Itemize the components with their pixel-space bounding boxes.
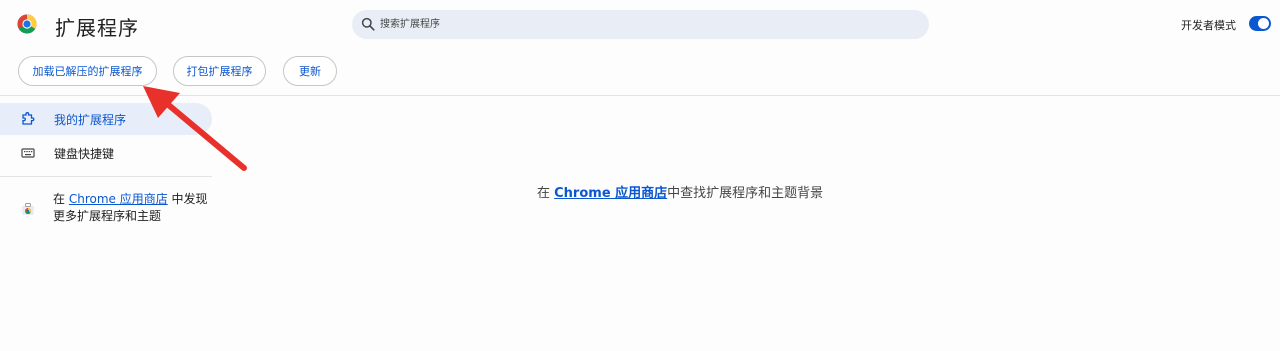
header-divider	[0, 95, 1280, 96]
chrome-web-store-icon	[22, 203, 34, 215]
store-promo-line2: 更多扩展程序和主题	[53, 209, 162, 223]
keyboard-icon	[21, 148, 35, 158]
empty-state-suffix: 中查找扩展程序和主题背景	[667, 186, 824, 201]
sidebar-item-label: 键盘快捷键	[54, 147, 115, 161]
store-promo-suffix: 中发现	[167, 192, 208, 206]
main-web-store-link[interactable]: Chrome 应用商店	[554, 186, 667, 201]
chrome-logo-icon	[17, 14, 37, 34]
extensions-page: 扩展程序 开发者模式 加载已解压的扩展程序 打包扩展程序 更新 我的扩展程序	[0, 0, 1280, 351]
web-store-link[interactable]: Chrome 应用商店	[69, 192, 168, 206]
puzzle-icon	[22, 112, 35, 125]
search-icon	[361, 17, 375, 31]
sidebar-item-my-extensions[interactable]: 我的扩展程序	[0, 103, 212, 135]
sidebar-item-label: 我的扩展程序	[54, 113, 127, 127]
page-title: 扩展程序	[55, 16, 139, 40]
dev-mode-label: 开发者模式	[1181, 19, 1236, 32]
empty-state-message: 在 Chrome 应用商店中查找扩展程序和主题背景	[537, 182, 823, 201]
load-unpacked-button[interactable]: 加载已解压的扩展程序	[18, 56, 157, 86]
toggle-knob	[1258, 18, 1269, 29]
store-promo-prefix: 在	[53, 192, 69, 206]
search-bar[interactable]	[352, 10, 929, 39]
dev-mode-toggle[interactable]	[1249, 16, 1271, 31]
search-input[interactable]	[380, 10, 920, 39]
web-store-promo: 在 Chrome 应用商店 中发现 更多扩展程序和主题	[53, 191, 213, 225]
header: 扩展程序 开发者模式	[0, 0, 1280, 50]
empty-state-prefix: 在	[537, 186, 555, 201]
pack-extension-button[interactable]: 打包扩展程序	[173, 56, 266, 86]
sidebar-item-keyboard-shortcuts[interactable]: 键盘快捷键	[0, 137, 212, 169]
toolbar: 加载已解压的扩展程序 打包扩展程序 更新	[0, 56, 1280, 86]
sidebar-divider	[0, 176, 212, 177]
update-button[interactable]: 更新	[283, 56, 337, 86]
